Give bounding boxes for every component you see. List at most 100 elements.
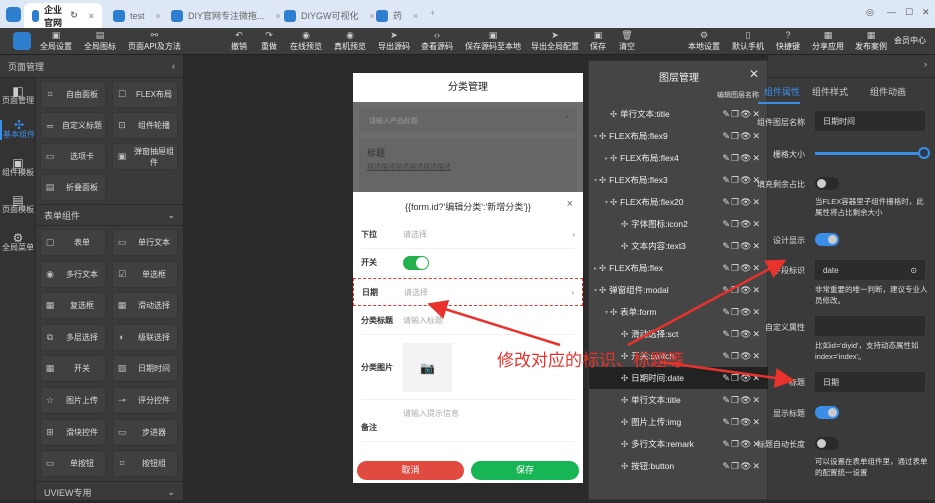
drag-icon[interactable]: ✣ [610,197,617,208]
tab-1[interactable]: test × [105,3,169,28]
form-section-header[interactable]: 表单组件 ⌄ [36,204,183,226]
local-settings-button[interactable]: ⚙ 本地设置 [688,30,720,52]
drag-icon[interactable]: ✣ [621,461,628,472]
settings-icon[interactable]: ◎ [866,7,874,18]
clear-icon[interactable]: ⊙ [910,266,917,275]
drag-icon[interactable]: ✣ [621,417,628,428]
drag-icon[interactable]: ✣ [621,219,628,230]
layer-item[interactable]: ✣ 单行文本:title ✎❐👁✕ [589,389,769,411]
undo-button[interactable]: ↶ 撤销 [231,30,247,52]
close-icon[interactable]: × [413,11,418,21]
component-item[interactable]: ▭ 单行文本 [112,229,178,256]
drag-icon[interactable]: ✣ [610,109,617,120]
page-api-button[interactable]: ⚯ 页面API及方法 [128,30,181,52]
global-icons-button[interactable]: ▤ 全局图标 [84,30,116,52]
design-show-toggle[interactable] [815,233,839,246]
layer-actions[interactable]: ✎❐👁✕ [722,175,761,186]
show-title-toggle[interactable] [815,406,839,419]
form-row-title[interactable]: 分类标题 请输入标题 [361,307,575,335]
global-settings-button[interactable]: ▣ 全局设置 [40,30,72,52]
shortcuts-button[interactable]: ? 快捷键 [776,30,800,52]
layer-actions[interactable]: ✎❐👁✕ [722,307,761,318]
tab-2[interactable]: DIY官网专注微拖... × [163,3,289,28]
layer-item[interactable]: ✣ 多行文本:remark ✎❐👁✕ [589,433,769,455]
layer-actions[interactable]: ✎❐👁✕ [722,373,761,384]
layer-item[interactable]: ✣ 字体图标:icon2 ✎❐👁✕ [589,213,769,235]
tab-4[interactable]: 药 × [368,3,426,28]
component-item[interactable]: ⊸ 评分控件 [112,387,178,414]
layer-actions[interactable]: ✎❐👁✕ [722,417,761,428]
rail-component-templates[interactable]: ▣ 组件模板 [0,157,36,178]
component-item[interactable]: ▢ 表单 [40,229,106,256]
component-item[interactable]: ▭ 选项卡 [40,143,106,170]
drag-icon[interactable]: ✣ [610,307,617,318]
layer-actions[interactable]: ✎❐👁✕ [722,351,761,362]
layer-item[interactable]: ▾ ✣ FLEX布局:flex20 ✎❐👁✕ [589,191,769,213]
component-item[interactable]: ▭ 步进器 [112,418,178,446]
component-item[interactable]: ⧉ 多层选择 [40,323,106,351]
expand-icon[interactable]: › [924,59,927,69]
layer-actions[interactable]: ✎❐👁✕ [722,197,761,208]
form-row-dropdown[interactable]: 下拉 请选择 › [361,221,575,249]
export-code-button[interactable]: ➤ 导出源码 [378,30,410,52]
publish-case-button[interactable]: ▦ 发布案例 [855,30,887,52]
form-row-date[interactable]: 日期 请选择 › [353,278,583,306]
caret-icon[interactable]: ▾ [589,133,599,140]
tab-component-style[interactable]: 组件样式 [812,85,848,98]
close-icon[interactable]: × [156,11,161,21]
caret-icon[interactable]: ▸ [589,265,599,272]
layer-actions[interactable]: ✎❐👁✕ [722,153,761,164]
minimize-button[interactable]: — [887,7,896,17]
component-item[interactable]: ▨ 日期时间 [112,355,178,383]
caret-icon[interactable]: ▸ [589,155,610,162]
fill-ratio-toggle[interactable] [815,177,839,190]
auto-length-toggle[interactable] [815,437,839,450]
component-item[interactable]: ◉ 多行文本 [40,260,106,288]
grid-size-slider[interactable] [815,152,922,155]
slider-handle[interactable] [918,147,930,159]
layer-actions[interactable]: ✎❐👁✕ [722,219,761,230]
close-icon[interactable]: × [567,198,573,210]
component-item[interactable]: ▦ 开关 [40,355,106,383]
tab-component-props[interactable]: 组件属性 [758,85,800,104]
clear-button[interactable]: 🗑 清空 [619,30,635,52]
caret-icon[interactable]: ▾ [589,309,610,316]
drag-icon[interactable]: ✣ [599,263,606,274]
component-item[interactable]: ☐ FLEX布局 [112,81,178,108]
drag-icon[interactable]: ✣ [621,439,628,450]
layer-name-input[interactable]: 日期时间 [815,111,925,131]
redo-button[interactable]: ↷ 重做 [261,30,277,52]
component-item[interactable]: ◐ 级联选择 [112,323,178,351]
default-phone-button[interactable]: ▯ 默认手机 [732,30,764,52]
component-item[interactable]: ☑ 单选框 [112,260,178,288]
new-tab-button[interactable]: + [430,8,435,18]
component-item[interactable]: ▭ 单按钮 [40,450,106,478]
layer-item[interactable]: ▸ ✣ FLEX布局:flex ✎❐👁✕ [589,257,769,279]
layer-item[interactable]: ▾ ✣ 表单:form ✎❐👁✕ [589,301,769,323]
close-icon[interactable]: ✕ [749,67,759,81]
caret-icon[interactable]: ▾ [589,287,599,294]
save-button[interactable]: 保存 [471,461,579,480]
layer-item[interactable]: ✣ 按钮:button ✎❐👁✕ [589,455,769,477]
component-item[interactable]: ⊡ 组件轮播 [112,112,178,139]
share-app-button[interactable]: ▦ 分享应用 [812,30,844,52]
component-item[interactable]: ☆ 图片上传 [40,387,106,414]
save-button[interactable]: ▣ 保存 [590,30,606,52]
rail-basic-components[interactable]: ✣ 基本组件 [0,119,36,140]
save-local-button[interactable]: ▣ 保存源码至本地 [465,30,521,52]
drag-icon[interactable]: ✣ [599,175,606,186]
close-icon[interactable]: × [89,11,94,21]
tab-component-animation[interactable]: 组件动画 [870,85,906,98]
component-item[interactable]: ⌗ 自由面板 [40,81,106,108]
caret-icon[interactable]: ▾ [589,177,599,184]
rail-page-templates[interactable]: ▤ 页面模板 [0,194,36,215]
custom-attr-input[interactable] [815,316,925,336]
device-preview-button[interactable]: ◉ 真机预览 [334,30,366,52]
member-center-button[interactable]: 会员中心 [894,35,926,46]
drag-icon[interactable]: ✣ [621,373,628,384]
layer-item[interactable]: ▸ ✣ FLEX布局:flex4 ✎❐👁✕ [589,147,769,169]
collapse-icon[interactable]: ‹ [172,61,175,71]
component-item[interactable]: ▣ 弹窗抽屉组件 [112,143,178,170]
component-item[interactable]: ═ 自定义标题 [40,112,106,139]
layer-actions[interactable]: ✎❐👁✕ [722,285,761,296]
